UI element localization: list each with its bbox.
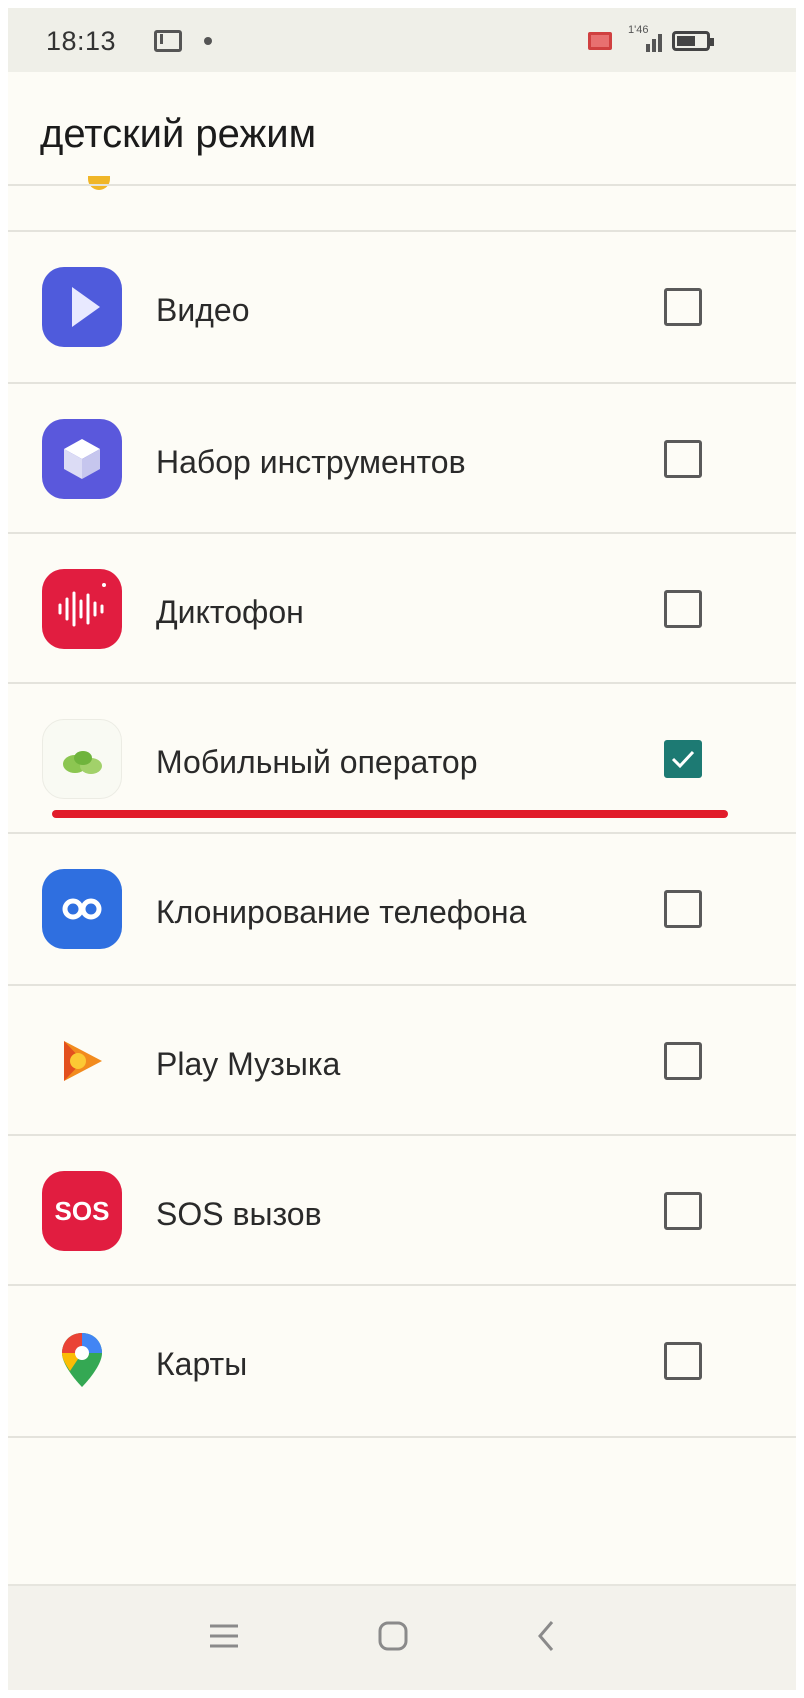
navigation-bar [8,1584,796,1690]
list-item-label: Play Музыка [156,1046,341,1082]
status-bar: 18:13 1'46 [8,8,796,72]
page-title: детский режим [40,112,317,156]
app-checkbox[interactable] [664,890,702,928]
list-item-phone-clone[interactable]: Клонирование телефона [8,834,796,984]
maps-pin-icon [42,1321,122,1401]
home-icon[interactable] [363,1606,423,1666]
play-music-icon [42,1021,122,1101]
list-item-toolbox[interactable]: Набор инструментов [8,384,796,534]
toolbox-cube-icon [42,419,122,499]
list-item-label: Карты [156,1346,248,1382]
list-item-dictaphone[interactable]: Диктофон [8,534,796,684]
sos-icon: SOS [42,1171,122,1251]
app-checkbox[interactable] [664,590,702,628]
app-checkbox[interactable] [664,1192,702,1230]
list-item-label: Клонирование телефона [156,894,527,930]
mobile-operator-icon [42,719,122,799]
list-item-label: Диктофон [156,594,304,630]
list-item-label: Набор инструментов [156,444,466,480]
list-item-label: SOS вызов [156,1196,322,1232]
divider [8,184,796,186]
signal-icon [626,26,670,54]
voice-recorder-icon [42,569,122,649]
header: детский режим [8,72,796,192]
list-item-play-music[interactable]: Play Музыка [8,986,796,1136]
app-checkbox[interactable] [664,1042,702,1080]
status-time: 18:13 [46,26,117,56]
app-checkbox[interactable] [664,440,702,478]
list-item-label: Мобильный оператор [156,744,478,780]
notification-dot-icon [204,37,212,45]
list-item-sos[interactable]: SOS SOS вызов [8,1136,796,1286]
sos-icon-text: SOS [54,1195,110,1226]
app-checkbox[interactable] [664,1342,702,1380]
video-play-icon [42,267,122,347]
menu-icon[interactable] [194,1606,254,1666]
partial-app-icon [88,176,110,190]
back-icon[interactable] [516,1606,576,1666]
app-checkbox[interactable] [664,288,702,326]
list-item-maps[interactable]: Карты [8,1286,796,1436]
screen: 18:13 1'46 детский режим Видео Набор инс… [8,8,796,1690]
app-checkbox-checked[interactable] [664,740,702,778]
mail-icon [154,30,182,52]
checkmark-icon [671,750,695,769]
phone-clone-icon [42,869,122,949]
battery-icon [672,31,714,51]
divider [8,1436,796,1438]
list-item-label: Видео [156,292,250,328]
screen-cast-icon [588,32,612,50]
highlight-underline [52,810,728,818]
list-item-video[interactable]: Видео [8,232,796,382]
